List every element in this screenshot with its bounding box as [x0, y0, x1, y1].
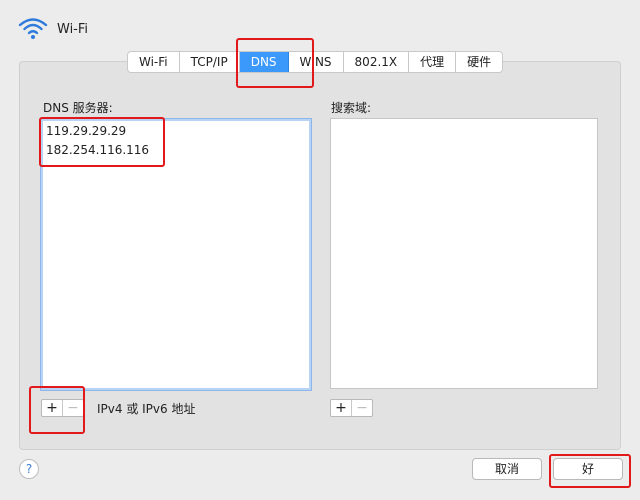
ok-button[interactable]: 好	[553, 458, 623, 480]
search-domain-list[interactable]	[330, 118, 598, 389]
dns-add-remove-controls: + −	[41, 399, 84, 417]
window-title: Wi-Fi	[57, 22, 89, 37]
tab-wins[interactable]: WINS	[289, 52, 344, 72]
tab-hardware[interactable]: 硬件	[456, 52, 502, 72]
add-search-domain-button[interactable]: +	[331, 400, 351, 416]
cancel-button[interactable]: 取消	[472, 458, 542, 480]
dns-hint-text: IPv4 或 IPv6 地址	[97, 402, 196, 416]
dns-servers-label: DNS 服务器:	[43, 101, 113, 115]
search-add-remove-controls: + −	[330, 399, 373, 417]
tab-bar: Wi-Fi TCP/IP DNS WINS 802.1X 代理 硬件	[127, 51, 504, 73]
remove-dns-server-button[interactable]: −	[62, 400, 83, 416]
dns-server-item[interactable]: 182.254.116.116	[46, 142, 149, 158]
dns-server-item[interactable]: 119.29.29.29	[46, 123, 126, 139]
tab-dns[interactable]: DNS	[239, 52, 289, 72]
remove-search-domain-button[interactable]: −	[351, 400, 372, 416]
wifi-icon	[18, 18, 48, 39]
tab-tcpip[interactable]: TCP/IP	[180, 52, 240, 72]
add-dns-server-button[interactable]: +	[42, 400, 62, 416]
help-button[interactable]: ?	[19, 459, 39, 479]
search-domains-label: 搜索域:	[331, 101, 372, 115]
tab-proxy[interactable]: 代理	[409, 52, 457, 72]
tab-wifi[interactable]: Wi-Fi	[128, 52, 180, 72]
dns-server-list[interactable]: 119.29.29.29 182.254.116.116	[40, 118, 312, 391]
tab-8021x[interactable]: 802.1X	[344, 52, 410, 72]
